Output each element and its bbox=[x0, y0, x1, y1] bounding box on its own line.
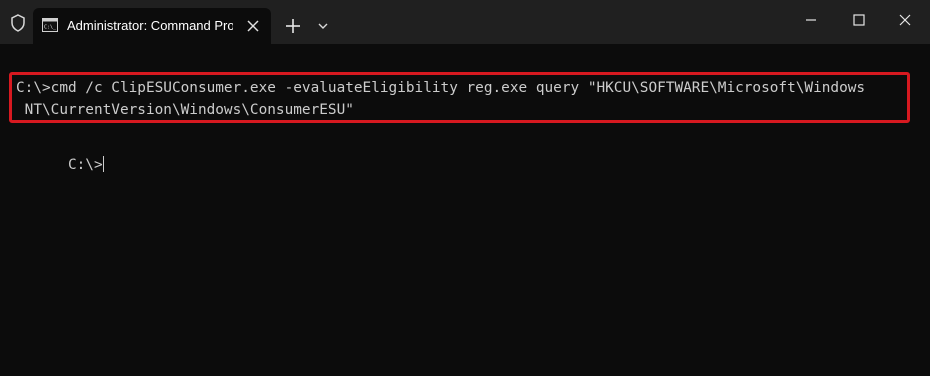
tab-title: Administrator: Command Prompt bbox=[67, 18, 233, 33]
minimize-button[interactable] bbox=[788, 0, 834, 40]
plus-icon bbox=[286, 19, 300, 33]
terminal-window: C:\_ Administrator: Command Prompt bbox=[0, 0, 930, 376]
close-tab-button[interactable] bbox=[244, 17, 262, 35]
close-window-button[interactable] bbox=[882, 0, 928, 40]
new-tab-button[interactable] bbox=[281, 14, 305, 38]
close-icon bbox=[247, 20, 259, 32]
terminal-output[interactable]: C:\>cmd /c ClipESUConsumer.exe -evaluate… bbox=[0, 44, 930, 376]
maximize-button[interactable] bbox=[836, 0, 882, 40]
tab-dropdown-button[interactable] bbox=[313, 14, 333, 38]
maximize-icon bbox=[853, 14, 865, 26]
svg-text:C:\_: C:\_ bbox=[44, 25, 57, 31]
prompt-text: C:\> bbox=[67, 157, 103, 173]
cmd-icon: C:\_ bbox=[42, 18, 58, 32]
chevron-down-icon bbox=[318, 23, 328, 29]
shield-icon bbox=[11, 14, 25, 32]
close-icon bbox=[899, 14, 911, 26]
command-line-1: C:\>cmd /c ClipESUConsumer.exe -evaluate… bbox=[16, 80, 866, 96]
text-cursor bbox=[102, 156, 104, 172]
tab-administrator-command-prompt[interactable]: C:\_ Administrator: Command Prompt bbox=[33, 8, 271, 44]
title-bar[interactable]: C:\_ Administrator: Command Prompt bbox=[0, 0, 930, 44]
prompt-line[interactable]: C:\> bbox=[16, 132, 104, 198]
command-line-2: NT\CurrentVersion\Windows\ConsumerESU" bbox=[16, 102, 354, 118]
